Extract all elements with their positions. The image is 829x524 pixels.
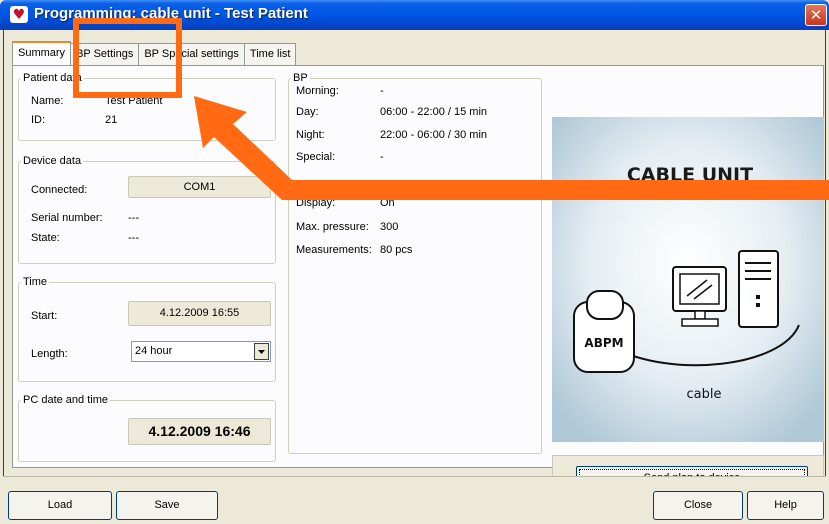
cable-unit-illustration: CABLE UNIT ABPM cable [552,117,824,442]
connected-port-field: COM1 [128,176,271,198]
name-label: Name: [31,95,64,107]
tab-bp-special-settings[interactable]: BP Special settings [138,43,245,65]
measurements-value: 80 pcs [380,244,413,256]
help-button[interactable]: Help [747,491,824,520]
special-label: Special: [296,151,336,163]
serial-number-label: Serial number: [31,212,103,224]
tab-bp-settings[interactable]: BP Settings [70,43,140,65]
length-select[interactable]: 24 hour [131,341,271,362]
cable-label: cable [687,387,722,402]
max-pressure-label: Max. pressure: [296,221,369,233]
id-label: ID: [31,114,46,126]
length-label: Length: [31,348,68,360]
heart-icon: ♥ [10,6,28,23]
special-value: - [380,151,384,163]
device-data-legend: Device data [23,155,82,167]
max-pressure-value: 300 [380,221,399,233]
bp-legend: BP [293,72,308,84]
pc-date-time-group: PC date and time 4.12.2009 16:46 [18,394,276,462]
titlebar: ♥ Programming: cable unit - Test Patient… [0,0,829,30]
window-body: Summary BP Settings BP Special settings … [3,30,826,524]
cable-unit-title: CABLE UNIT [627,164,753,186]
save-button[interactable]: Save [116,491,218,520]
load-button[interactable]: Load [8,491,112,520]
abpm-device-icon: ABPM [573,290,635,373]
close-window-button[interactable]: ✕ [805,4,827,26]
display-label: Display: [296,197,336,209]
day-label: Day: [296,106,319,118]
night-label: Night: [296,129,325,141]
tab-time-list[interactable]: Time list [243,43,297,65]
pc-date-time-field: 4.12.2009 16:46 [128,418,271,445]
name-value: Test Patient [105,95,163,107]
patient-data-legend: Patient data [23,72,82,84]
bp-group: BP Morning: - Day: 06:00 - 22:00 / 15 mi… [288,72,542,454]
start-label: Start: [31,310,58,322]
tab-strip: Summary BP Settings BP Special settings … [12,41,297,65]
patient-data-group: Patient data Name: Test Patient ID: 21 [18,72,276,141]
window-title: Programming: cable unit - Test Patient [34,5,308,22]
time-legend: Time [23,276,48,288]
summary-panel: Patient data Name: Test Patient ID: 21 D… [12,65,824,501]
time-group: Time Start: 4.12.2009 16:55 Length: 24 h… [18,276,276,382]
pc-date-time-legend: PC date and time [23,394,108,406]
length-select-value: 24 hour [135,345,173,357]
serial-number-value: --- [128,212,139,224]
start-time-field: 4.12.2009 16:55 [128,301,271,326]
measurements-label: Measurements: [296,244,372,256]
tab-summary[interactable]: Summary [12,41,72,65]
device-data-group: Device data Connected: COM1 Serial numbe… [18,155,276,264]
connected-label: Connected: [31,184,88,196]
abpm-label: ABPM [584,336,623,350]
bottom-button-bar: Load Save Close Help [3,476,826,524]
close-button[interactable]: Close [653,491,743,520]
morning-value: - [380,85,384,97]
dropdown-arrow-icon[interactable] [254,343,269,360]
display-value: On [380,197,395,209]
morning-label: Morning: [296,85,339,97]
day-value: 06:00 - 22:00 / 15 min [380,106,488,118]
state-label: State: [31,232,60,244]
id-value: 21 [105,114,118,126]
state-value: --- [128,232,139,244]
night-value: 22:00 - 06:00 / 30 min [380,129,488,141]
